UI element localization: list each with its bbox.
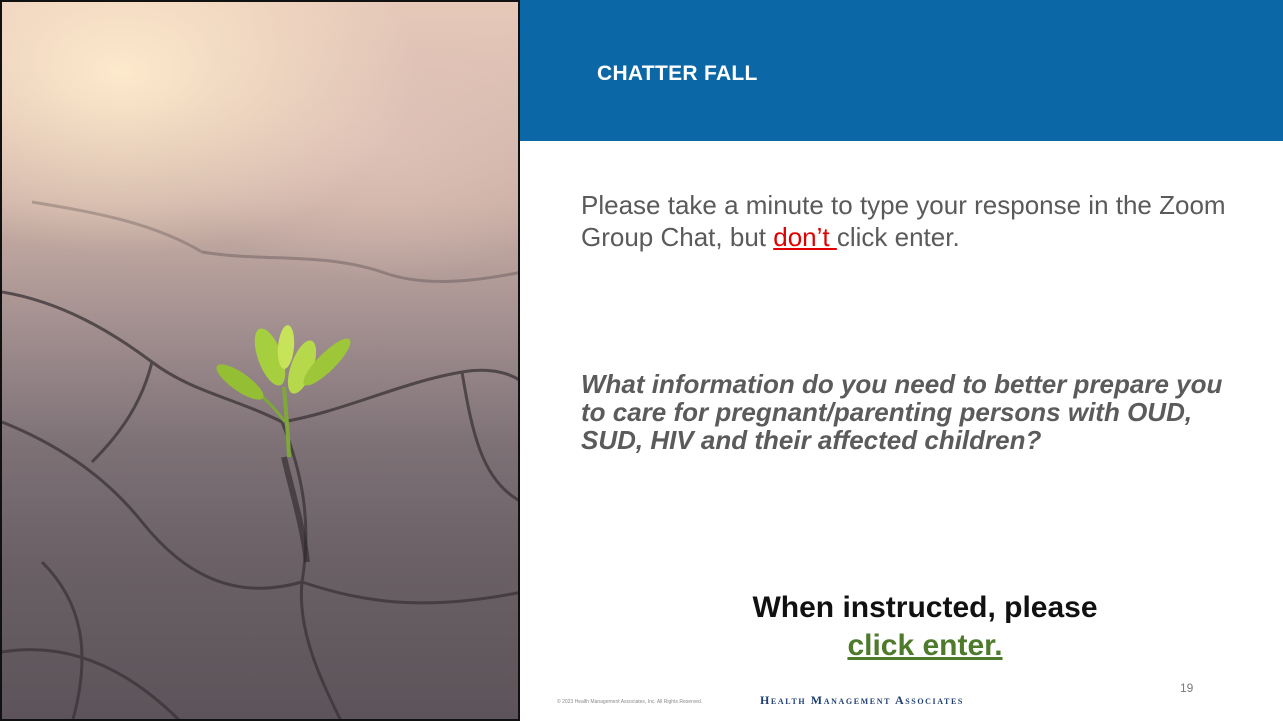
sprout-photo [0, 0, 520, 721]
cracked-earth-illustration [2, 200, 518, 719]
header-band: CHATTER FALL [520, 0, 1283, 141]
slide: CHATTER FALL Please take a minute to typ… [0, 0, 1283, 721]
instruction: When instructed, please click enter. [560, 590, 1283, 664]
copyright-text: © 2023 Health Management Associates, Inc… [557, 699, 703, 705]
question-text: What information do you need to better p… [581, 369, 1223, 455]
slide-number: 19 [1180, 681, 1194, 695]
intro-text-end: click enter. [836, 222, 960, 252]
intro-paragraph: Please take a minute to type your respon… [581, 189, 1261, 253]
instruction-line: When instructed, please [752, 591, 1098, 624]
brand-logo-text: Health Management Associates [760, 693, 964, 707]
slide-title: CHATTER FALL [597, 62, 758, 85]
click-enter-link[interactable]: click enter. [847, 628, 1002, 664]
intro-emphasis: don’t [773, 222, 837, 252]
